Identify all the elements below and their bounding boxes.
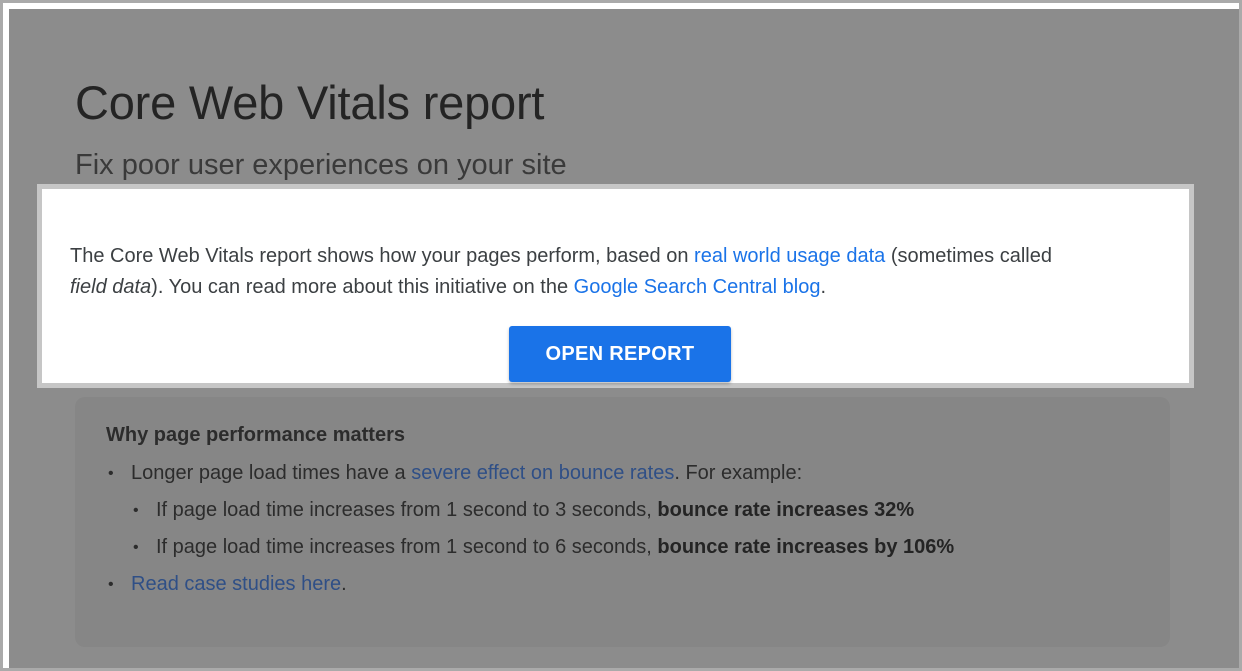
item-bold-text: bounce rate increases 32% [657, 499, 915, 521]
list-item: • If page load time increases from 1 sec… [131, 492, 954, 529]
item-text: If page load time increases from 1 secon… [156, 499, 658, 521]
page-backdrop: Core Web Vitals report Fix poor user exp… [9, 9, 1239, 668]
google-search-central-blog-link[interactable]: Google Search Central blog [574, 276, 821, 298]
bullet-icon: • [108, 465, 114, 482]
info-card-title: Why page performance matters [106, 424, 405, 446]
list-item: • If page load time increases from 1 sec… [131, 529, 954, 566]
list-item: • Read case studies here. [106, 566, 954, 603]
intro-paragraph: The Core Web Vitals report shows how you… [70, 241, 1170, 303]
bounce-rates-link[interactable]: severe effect on bounce rates [411, 462, 674, 484]
info-card: Why page performance matters • Longer pa… [75, 397, 1170, 647]
item-text: . [341, 573, 347, 595]
page-subtitle: Fix poor user experiences on your site [75, 149, 567, 181]
info-list: • Longer page load times have a severe e… [106, 455, 954, 603]
intro-text-3: ). You can read more about this initiati… [151, 276, 574, 298]
real-world-usage-data-link[interactable]: real world usage data [694, 245, 885, 267]
item-text: If page load time increases from 1 secon… [156, 536, 658, 558]
bullet-icon: • [133, 539, 139, 556]
open-report-button[interactable]: OPEN REPORT [509, 326, 731, 382]
item-bold-text: bounce rate increases by 106% [657, 536, 955, 558]
bullet-icon: • [133, 502, 139, 519]
highlight-panel: The Core Web Vitals report shows how you… [37, 184, 1194, 388]
intro-text-1: The Core Web Vitals report shows how you… [70, 245, 695, 267]
screenshot-frame: Core Web Vitals report Fix poor user exp… [0, 0, 1242, 671]
item-text: Longer page load times have a [131, 462, 412, 484]
intro-text-4: . [820, 276, 827, 298]
field-data-text: field data [70, 276, 152, 298]
list-item: • Longer page load times have a severe e… [106, 455, 954, 492]
page-title: Core Web Vitals report [75, 76, 545, 129]
item-text: . For example: [674, 462, 803, 484]
intro-text-2: (sometimes called [885, 245, 1052, 267]
bullet-icon: • [108, 576, 114, 593]
case-studies-link[interactable]: Read case studies here [131, 573, 341, 595]
